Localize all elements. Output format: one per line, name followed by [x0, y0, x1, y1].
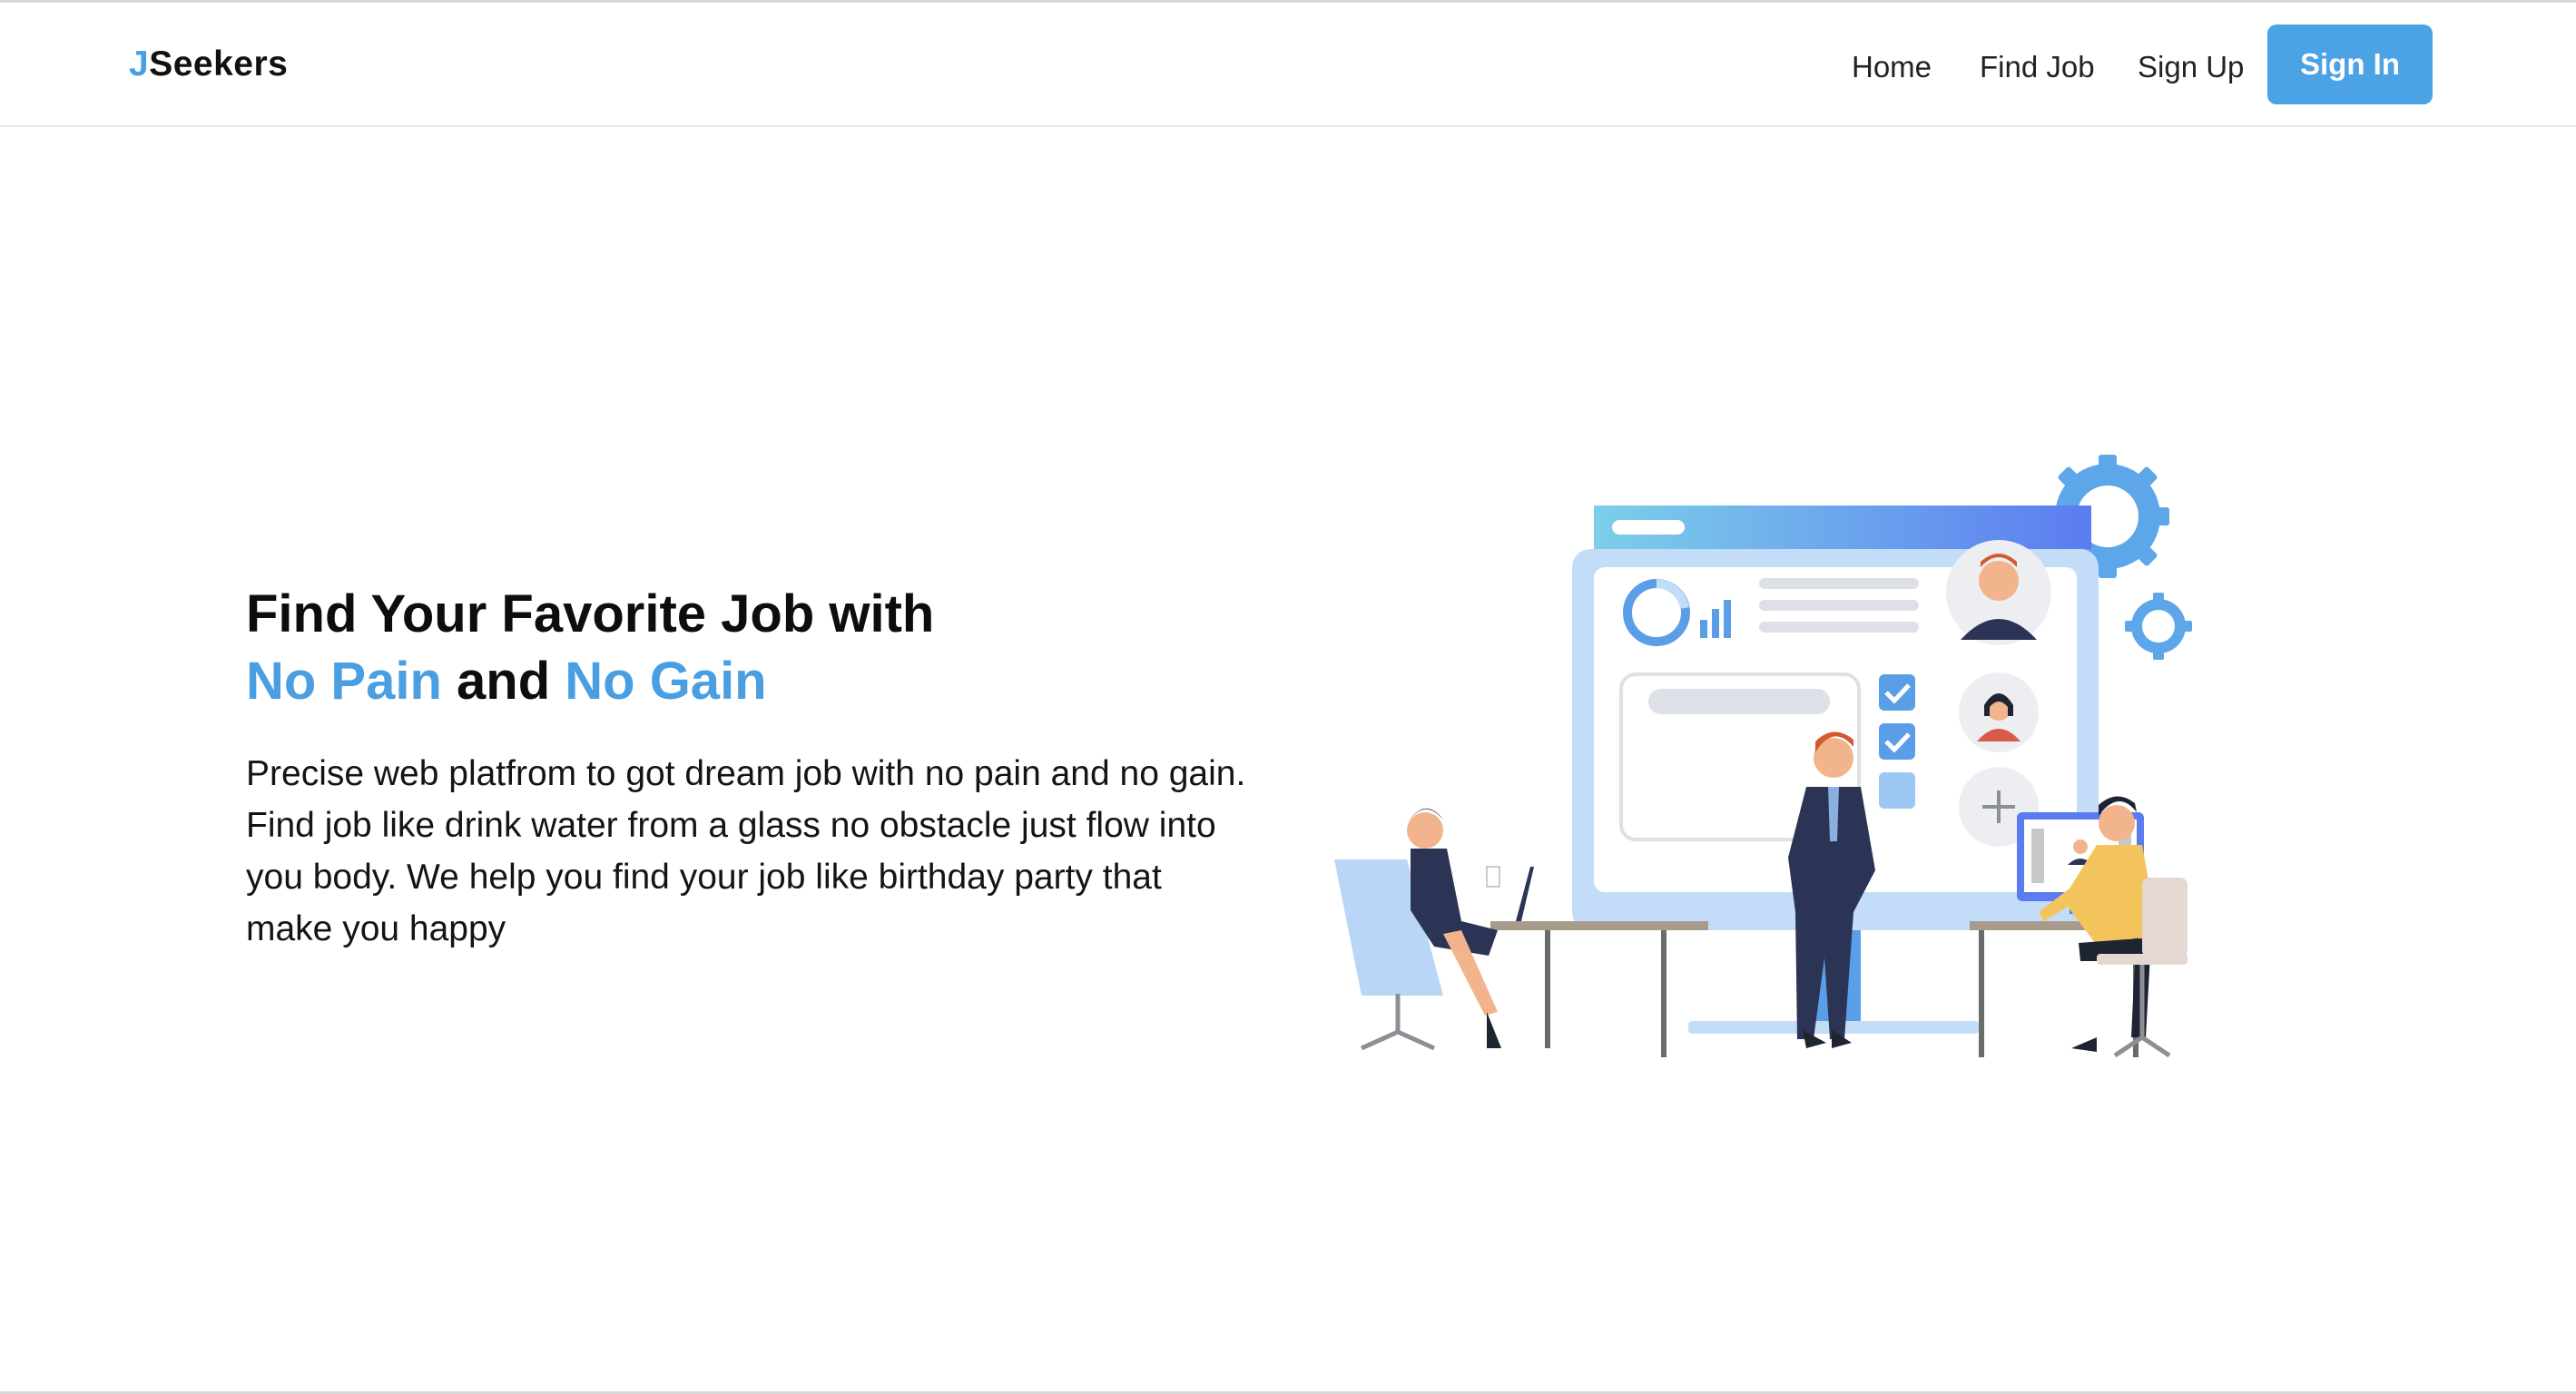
logo-text: Seekers: [149, 44, 289, 83]
job-seekers-office-illustration-icon: [1334, 455, 2192, 1058]
sign-in-button[interactable]: Sign In: [2267, 25, 2433, 104]
hero-title-highlight-2: No Gain: [565, 652, 767, 711]
hero-description: Precise web platfrom to got dream job wi…: [246, 754, 1246, 948]
logo-initial: J: [129, 44, 150, 83]
hero-title: Find Your Favorite Job with No Pain and …: [246, 581, 934, 715]
navbar: JSeekers Home Find Job Sign Up Sign In: [0, 3, 2576, 127]
hero-title-and: and: [441, 652, 565, 711]
nav-find-job-link[interactable]: Find Job: [1980, 50, 2095, 84]
hero-title-line1: Find Your Favorite Job with: [246, 584, 935, 643]
nav-sign-up-link[interactable]: Sign Up: [2138, 50, 2244, 84]
brand-logo[interactable]: JSeekers: [129, 44, 288, 84]
hero-title-highlight-1: No Pain: [246, 652, 442, 711]
nav-home-link[interactable]: Home: [1852, 50, 1932, 84]
